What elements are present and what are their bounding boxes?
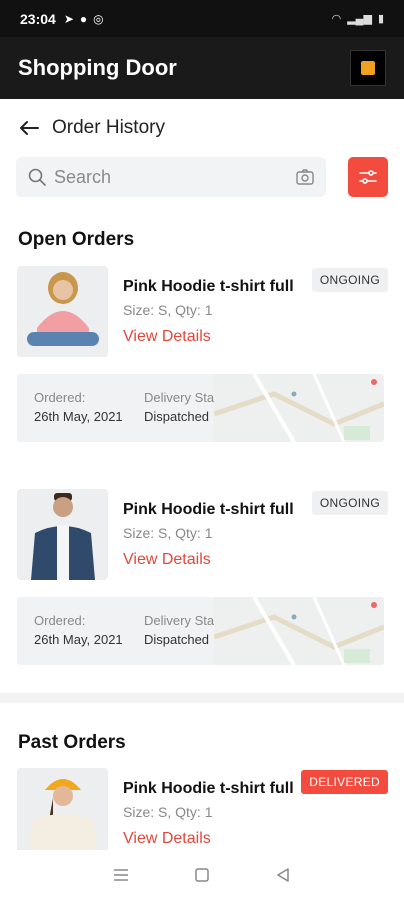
headset-icon: ◠ — [331, 13, 342, 25]
search-row — [16, 157, 388, 197]
ordered-date: 26th May, 2021 — [34, 632, 123, 647]
status-time: 23:04 — [20, 10, 56, 27]
back-button[interactable] — [16, 115, 42, 141]
order-info-panel: Ordered: 26th May, 2021 Delivery Status:… — [17, 374, 384, 442]
section-divider — [0, 693, 404, 703]
arrow-left-icon — [20, 121, 39, 135]
view-details-link[interactable]: View Details — [123, 328, 211, 346]
product-name: Pink Hoodie t-shirt full — [123, 501, 294, 518]
map-thumbnail[interactable] — [214, 374, 384, 442]
triangle-back-icon — [277, 868, 290, 882]
past-orders-title: Past Orders — [18, 732, 126, 753]
order-info-panel: Ordered: 26th May, 2021 Delivery Status:… — [17, 597, 384, 665]
open-orders-title: Open Orders — [18, 229, 135, 250]
search-input[interactable] — [54, 166, 296, 188]
order-card[interactable]: Pink Hoodie t-shirt full Size: S, Qty: 1… — [17, 768, 388, 863]
notification-icons: ➤ ● ◎ — [64, 12, 104, 26]
ordered-info: Ordered: 26th May, 2021 — [34, 613, 123, 647]
back-nav-button[interactable] — [268, 860, 298, 890]
status-badge: ONGOING — [311, 491, 388, 515]
logo-icon — [361, 61, 375, 75]
search-icon — [28, 168, 46, 186]
whatsapp-icon: ● — [79, 11, 88, 26]
order-card[interactable]: Pink Hoodie t-shirt full Size: S, Qty: 1… — [17, 489, 388, 584]
system-icons: ◠ ▂▄▆ ▮ — [332, 12, 384, 25]
app-bar: Shopping Door — [0, 37, 404, 99]
app-icon: ◎ — [93, 11, 104, 26]
product-image — [17, 266, 108, 357]
product-name: Pink Hoodie t-shirt full — [123, 278, 294, 295]
filter-button[interactable] — [348, 157, 388, 197]
ordered-label: Ordered: — [34, 390, 86, 405]
ordered-date: 26th May, 2021 — [34, 409, 123, 424]
signal-icon: ▂▄▆ — [347, 13, 372, 25]
battery-icon: ▮ — [377, 13, 384, 25]
app-title: Shopping Door — [18, 55, 177, 80]
app-logo[interactable] — [350, 50, 386, 86]
search-box[interactable] — [16, 157, 326, 197]
sliders-icon — [359, 170, 377, 184]
view-details-link[interactable]: View Details — [123, 551, 211, 569]
home-square-icon — [195, 868, 209, 882]
page-header: Order History — [16, 108, 388, 148]
ordered-info: Ordered: 26th May, 2021 — [34, 390, 123, 424]
order-card[interactable]: Pink Hoodie t-shirt full Size: S, Qty: 1… — [17, 266, 388, 361]
product-image — [17, 768, 108, 859]
product-meta: Size: S, Qty: 1 — [123, 302, 213, 318]
view-details-link[interactable]: View Details — [123, 830, 211, 848]
map-thumbnail[interactable] — [214, 597, 384, 665]
home-button[interactable] — [187, 860, 217, 890]
status-bar: 23:04 ➤ ● ◎ ◠ ▂▄▆ ▮ — [0, 0, 404, 37]
status-badge: ONGOING — [311, 268, 388, 292]
menu-icon — [113, 869, 128, 881]
product-meta: Size: S, Qty: 1 — [123, 525, 213, 541]
status-badge: DELIVERED — [301, 770, 388, 794]
ordered-label: Ordered: — [34, 613, 86, 628]
product-meta: Size: S, Qty: 1 — [123, 804, 213, 820]
menu-button[interactable] — [106, 860, 136, 890]
system-nav-bar — [0, 850, 404, 900]
telegram-icon: ➤ — [63, 11, 74, 26]
page-title: Order History — [52, 117, 165, 138]
product-name: Pink Hoodie t-shirt full — [123, 780, 294, 797]
camera-icon[interactable] — [296, 169, 314, 185]
product-image — [17, 489, 108, 580]
